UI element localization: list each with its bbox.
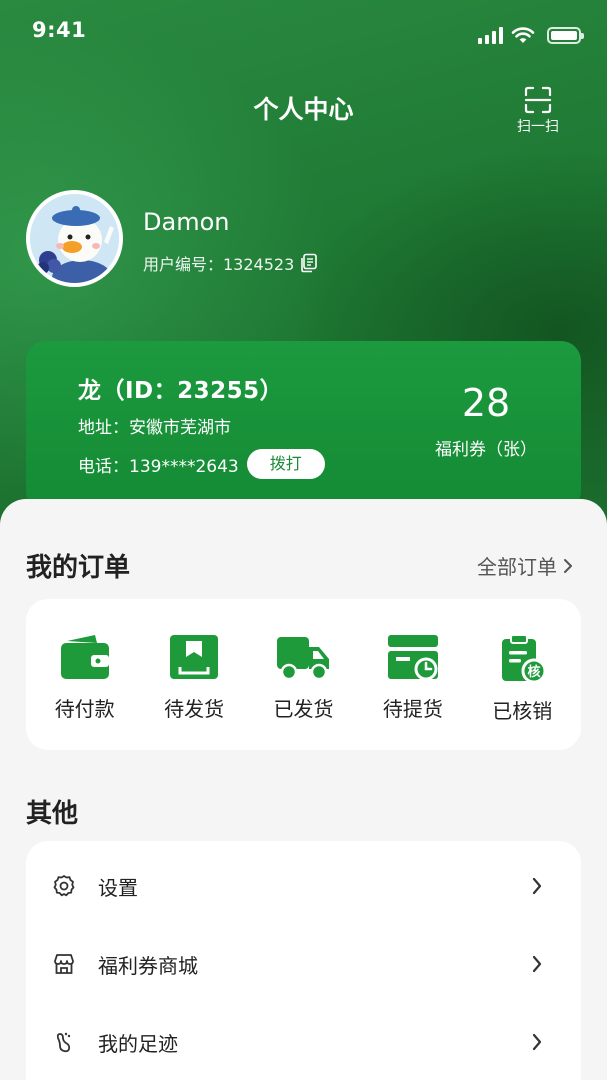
order-awaiting-pickup[interactable]: 待提货 [363, 599, 463, 750]
avatar[interactable] [26, 190, 123, 287]
orders-section-title: 我的订单 [26, 553, 131, 583]
truck-icon [277, 637, 330, 681]
order-label: 待提货 [382, 697, 443, 721]
chevron-right-icon [532, 955, 542, 973]
menu-item-coupon-mall[interactable]: 福利券商城 [26, 925, 581, 1003]
store-icon [54, 954, 74, 974]
order-label: 待发货 [164, 697, 225, 721]
order-pending-shipment[interactable]: 待发货 [144, 599, 244, 750]
wifi-icon [511, 27, 535, 43]
content-sheet: 我的订单 全部订单 待付款 待发货 已发货 待提货 核 已核销 其他 设置 福利… [0, 499, 607, 1080]
order-label: 已核销 [492, 699, 553, 723]
footprint-icon [56, 1032, 71, 1053]
chevron-right-icon [564, 558, 572, 573]
order-verified[interactable]: 核 已核销 [472, 599, 572, 750]
avatar-duck-image [30, 194, 119, 283]
battery-icon [547, 27, 584, 44]
menu-label: 设置 [98, 875, 138, 900]
user-id-row: 用户编号：1324523 [143, 251, 318, 275]
store-phone-row: 电话：139****2643 拨打 [78, 449, 325, 479]
menu-item-footprint[interactable]: 我的足迹 [26, 1003, 581, 1080]
copy-icon[interactable] [300, 253, 318, 273]
scan-icon [524, 86, 552, 114]
coupon-count[interactable]: 28 [416, 381, 556, 425]
status-time: 9:41 [32, 18, 87, 42]
verified-clipboard-icon: 核 [502, 634, 547, 683]
others-section-title: 其他 [26, 799, 79, 829]
store-phone: 电话：139****2643 [78, 456, 239, 477]
store-address: 地址：安徽市芜湖市 [78, 418, 231, 438]
wallet-icon [60, 635, 109, 679]
order-shipped[interactable]: 已发货 [253, 599, 353, 750]
coupon-label: 福利券（张） [435, 440, 537, 460]
all-orders-label: 全部订单 [477, 555, 557, 579]
call-button[interactable]: 拨打 [246, 449, 325, 479]
scan-button[interactable]: 扫一扫 [510, 86, 566, 136]
chevron-right-icon [532, 877, 542, 895]
menu-label: 我的足迹 [98, 1031, 178, 1056]
all-orders-link[interactable]: 全部订单 [477, 551, 573, 580]
pickup-icon [387, 635, 438, 681]
store-card: 龙（ID：23255） 地址：安徽市芜湖市 电话：139****2643 拨打 … [26, 341, 581, 511]
order-pending-payment[interactable]: 待付款 [35, 599, 135, 750]
status-bar: 9:41 [0, 0, 607, 64]
order-label: 已发货 [273, 697, 334, 721]
package-icon [170, 635, 219, 679]
chevron-right-icon [532, 1033, 542, 1051]
others-menu-card: 设置 福利券商城 我的足迹 [26, 841, 581, 1080]
order-label: 待付款 [54, 697, 115, 721]
scan-label: 扫一扫 [517, 119, 559, 135]
gear-icon [53, 875, 75, 897]
store-name: 龙（ID：23255） [78, 378, 284, 404]
orders-card: 待付款 待发货 已发货 待提货 核 已核销 [26, 599, 581, 750]
user-id-label: 用户编号：1324523 [143, 255, 295, 274]
menu-label: 福利券商城 [98, 953, 198, 978]
verify-badge-text: 核 [528, 664, 541, 680]
status-icons [478, 26, 584, 44]
menu-item-settings[interactable]: 设置 [26, 847, 581, 925]
username: Damon [143, 208, 230, 236]
cellular-signal-icon [478, 27, 503, 44]
